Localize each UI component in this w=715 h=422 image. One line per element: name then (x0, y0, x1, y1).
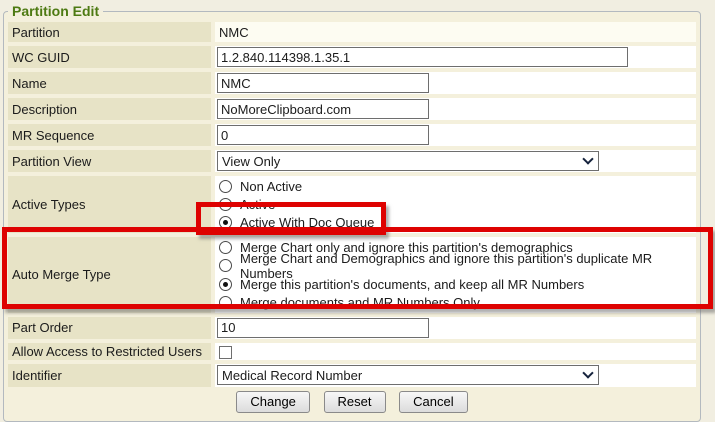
radio-icon-selected[interactable] (219, 216, 232, 229)
radio-label: Merge documents and MR Numbers Only (240, 295, 480, 310)
wc-guid-label: WC GUID (8, 46, 211, 68)
partition-edit-form: Partition NMC WC GUID Name Description M… (4, 18, 700, 417)
name-label: Name (8, 72, 211, 94)
chevron-down-icon (582, 153, 593, 164)
radio-icon[interactable] (219, 180, 232, 193)
table-row: Change Reset Cancel (8, 391, 696, 413)
table-row: MR Sequence (8, 124, 696, 146)
partition-view-selected-value: View Only (222, 154, 280, 169)
identifier-selected-value: Medical Record Number (222, 368, 362, 383)
radio-label: Active With Doc Queue (240, 215, 374, 230)
radio-label: Active (240, 197, 275, 212)
partition-view-label: Partition View (8, 150, 211, 172)
radio-icon[interactable] (219, 198, 232, 211)
partition-value: NMC (215, 22, 696, 42)
table-row: Identifier Medical Record Number (8, 364, 696, 387)
mr-sequence-field[interactable] (217, 125, 429, 145)
identifier-select[interactable]: Medical Record Number (217, 365, 599, 385)
table-row: Allow Access to Restricted Users (8, 343, 696, 360)
radio-option-non-active[interactable]: Non Active (217, 177, 694, 195)
page-title: Partition Edit (8, 4, 103, 18)
allow-access-label: Allow Access to Restricted Users (8, 343, 211, 360)
radio-option-merge-chart-demographics[interactable]: Merge Chart and Demographics and ignore … (217, 257, 694, 275)
reset-button[interactable]: Reset (324, 391, 386, 413)
part-order-field[interactable] (217, 318, 429, 338)
radio-option-active-with-doc-queue[interactable]: Active With Doc Queue (217, 214, 694, 232)
chevron-down-icon (582, 368, 593, 379)
name-field[interactable] (217, 73, 429, 93)
description-field[interactable] (217, 99, 429, 119)
change-button[interactable]: Change (236, 391, 310, 413)
table-row: Description (8, 98, 696, 120)
table-row: Partition View View Only (8, 150, 696, 172)
partition-view-select[interactable]: View Only (217, 151, 599, 171)
active-types-label: Active Types (8, 176, 211, 233)
cancel-button[interactable]: Cancel (399, 391, 467, 413)
radio-label: Merge this partition's documents, and ke… (240, 277, 584, 292)
radio-icon[interactable] (219, 259, 232, 272)
table-row: Part Order (8, 317, 696, 339)
partition-edit-panel: Partition Edit Partition NMC WC GUID Nam… (3, 4, 701, 422)
table-row: Partition NMC (8, 22, 696, 42)
partition-label: Partition (8, 22, 211, 42)
radio-icon[interactable] (219, 241, 232, 254)
radio-icon[interactable] (219, 296, 232, 309)
wc-guid-field[interactable] (217, 47, 628, 67)
allow-access-checkbox[interactable] (219, 346, 232, 359)
table-row: WC GUID (8, 46, 696, 68)
mr-sequence-label: MR Sequence (8, 124, 211, 146)
identifier-label: Identifier (8, 364, 211, 387)
table-row: Auto Merge Type Merge Chart only and ign… (8, 237, 696, 313)
table-row: Active Types Non Active Active Active Wi… (8, 176, 696, 233)
auto-merge-type-label: Auto Merge Type (8, 237, 211, 313)
radio-option-active[interactable]: Active (217, 195, 694, 213)
table-row: Name (8, 72, 696, 94)
radio-label: Non Active (240, 179, 302, 194)
description-label: Description (8, 98, 211, 120)
radio-icon-selected[interactable] (219, 278, 232, 291)
radio-option-merge-documents-mr-only[interactable]: Merge documents and MR Numbers Only (217, 293, 694, 311)
part-order-label: Part Order (8, 317, 211, 339)
